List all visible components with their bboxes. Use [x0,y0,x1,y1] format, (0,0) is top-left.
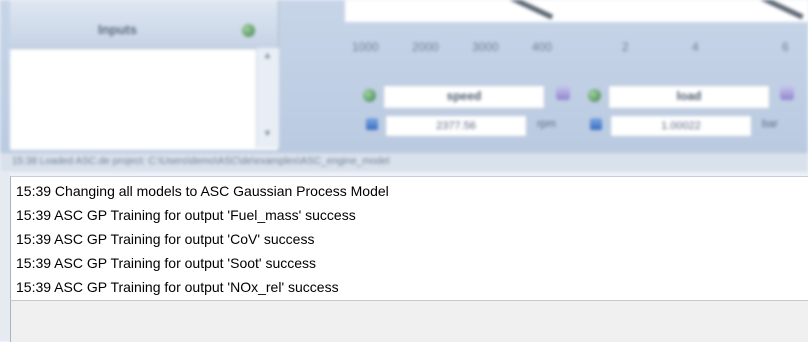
scroll-up-icon[interactable]: ▲ [263,50,272,60]
axis-tick-label: 4 [692,40,699,54]
project-path-bar: 15:38 Loaded ASC.de project: C:\Users\de… [0,152,808,172]
load-value-field[interactable]: 1.00022 [610,115,752,137]
speed-label: speed [446,89,482,103]
load-lock-icon[interactable] [590,118,602,130]
load-options-icon[interactable] [780,86,794,100]
speed-lock-icon[interactable] [366,118,378,130]
log-line: 15:39 ASC GP Training for output 'CoV' s… [16,231,315,247]
speed-options-icon[interactable] [556,86,570,100]
inputs-panel: Inputs ▲ ▼ [10,0,279,150]
inputs-scrollbar[interactable]: ▲ ▼ [256,48,279,148]
speed-header[interactable]: speed [383,85,545,109]
scroll-down-icon[interactable]: ▼ [263,128,272,138]
load-header[interactable]: load [608,85,770,109]
graph-curve [756,0,804,20]
speed-unit: rpm [537,118,556,130]
axis-tick-label: 2 [622,40,629,54]
axis-tick-label: 1000 [352,40,379,54]
axis-tick-label: 3000 [472,40,499,54]
load-status-icon[interactable] [588,89,601,102]
message-log[interactable]: 15:39 Changing all models to ASC Gaussia… [10,176,808,301]
model-workspace: Inputs ▲ ▼ 1000 2000 3000 400 2 4 6 spee… [0,0,808,172]
log-line: 15:39 ASC GP Training for output 'Fuel_m… [16,207,356,223]
log-line: 15:39 ASC GP Training for output 'NOx_re… [16,279,339,295]
response-graph-strip [345,0,808,22]
log-line: 15:39 Changing all models to ASC Gaussia… [16,183,389,199]
load-unit: bar [762,118,778,130]
speed-value-field[interactable]: 2377.56 [385,115,527,137]
inputs-header: Inputs [10,0,278,49]
load-label: load [676,89,702,103]
speed-status-icon[interactable] [363,89,376,102]
status-bar [10,300,808,342]
project-path-text: 15:38 Loaded ASC.de project: C:\Users\de… [12,156,390,167]
axis-tick-label: 6 [782,40,789,54]
graph-curve [496,0,554,20]
inputs-title: Inputs [98,22,137,37]
axis-tick-label: 2000 [412,40,439,54]
inputs-status-icon[interactable] [242,24,255,37]
axis-tick-label: 400 [532,40,553,54]
log-line: 15:39 ASC GP Training for output 'Soot' … [16,255,317,271]
left-edge [0,172,10,341]
